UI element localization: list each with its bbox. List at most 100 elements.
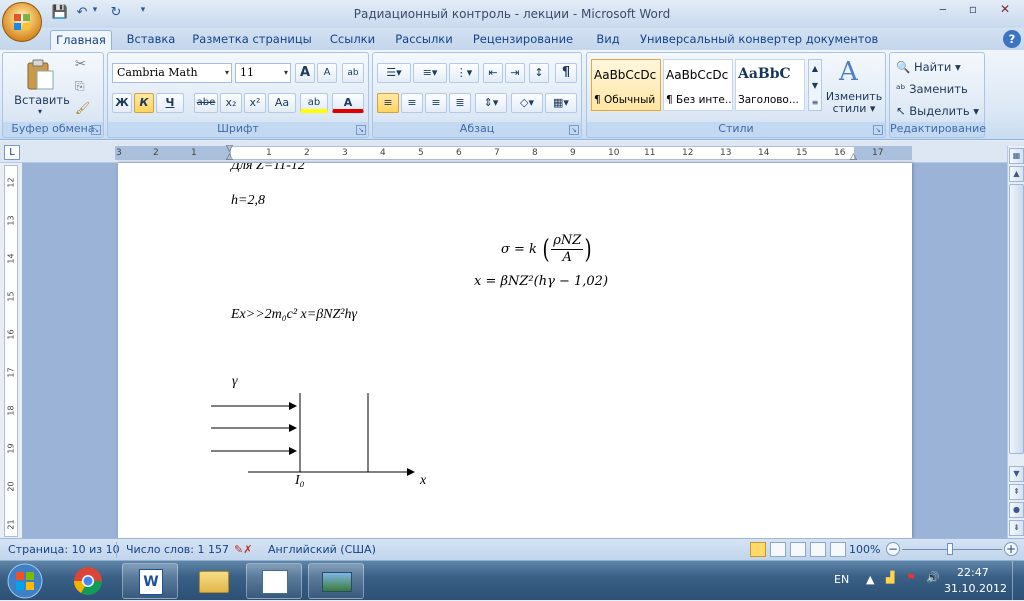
bullets-button[interactable]: ☰▾ [377, 63, 411, 83]
explorer-taskbar-button[interactable] [184, 563, 240, 599]
minimize-button[interactable]: ‒ [930, 2, 956, 22]
grow-font-button[interactable]: A [295, 63, 315, 83]
change-styles-button[interactable]: A Изменить стили ▾ [826, 57, 882, 117]
increase-indent-button[interactable]: ⇥ [505, 63, 525, 83]
tab-references[interactable]: Ссылки [325, 30, 380, 50]
underline-button[interactable]: Ч [156, 93, 184, 113]
font-size-combo[interactable]: 11 ▾ [235, 63, 291, 83]
show-desktop-button[interactable] [1012, 561, 1024, 601]
scroll-thumb[interactable] [1009, 184, 1024, 454]
draft-view-icon[interactable] [830, 542, 846, 557]
cut-icon[interactable]: ✂ [75, 57, 86, 72]
zoom-in-button[interactable]: + [1004, 542, 1018, 556]
tab-universal-converter[interactable]: Универсальный конвертер документов [640, 30, 878, 50]
browse-object-icon[interactable]: ● [1009, 502, 1024, 518]
align-center-button[interactable]: ≡ [401, 93, 423, 113]
shading-button[interactable]: ◇▾ [511, 93, 543, 113]
borders-button[interactable]: ▦▾ [545, 93, 577, 113]
clock-time[interactable]: 22:47 [957, 566, 989, 579]
styles-launcher-icon[interactable]: ↘ [873, 125, 883, 135]
subscript-button[interactable]: x₂ [220, 93, 242, 113]
tab-page-layout[interactable]: Разметка страницы [192, 30, 312, 50]
page-count[interactable]: Страница: 10 из 10 [8, 543, 120, 556]
show-marks-button[interactable]: ¶ [555, 63, 577, 83]
font-launcher-icon[interactable]: ↘ [356, 125, 366, 135]
tab-view[interactable]: Вид [590, 30, 626, 50]
zoom-slider-thumb[interactable] [947, 543, 953, 555]
document-page[interactable]: Для Z=11-12 h=2,8 σ = k (ρNZ A) x = βNZ²(… [118, 163, 912, 538]
clear-formatting-button[interactable]: ab [342, 63, 364, 83]
style-normal[interactable]: AaBbCcDc ¶ Обычный [591, 59, 661, 111]
format-painter-icon[interactable]: 🖌 [75, 101, 90, 115]
numbering-button[interactable]: ≡▾ [413, 63, 447, 83]
italic-button[interactable]: К [134, 93, 154, 113]
decrease-indent-button[interactable]: ⇤ [483, 63, 503, 83]
copy-icon[interactable]: ⎘ [75, 79, 85, 94]
paragraph-launcher-icon[interactable]: ↘ [569, 125, 579, 135]
align-right-button[interactable]: ≡ [425, 93, 447, 113]
print-layout-view-icon[interactable] [750, 542, 766, 557]
zoom-out-button[interactable]: − [886, 542, 900, 556]
previous-page-icon[interactable]: ⇞ [1009, 484, 1024, 500]
align-left-button[interactable]: ≡ [377, 93, 399, 113]
tab-home[interactable]: Главная [50, 30, 112, 50]
shrink-font-button[interactable]: A [317, 63, 337, 83]
justify-button[interactable]: ≣ [449, 93, 471, 113]
tab-mailings[interactable]: Рассылки [392, 30, 456, 50]
sort-button[interactable]: ↕ [529, 63, 549, 83]
vertical-ruler[interactable]: 12 13 14 15 16 17 18 19 20 21 [4, 165, 18, 537]
font-color-button[interactable]: A [332, 93, 364, 113]
tab-selector[interactable]: L [4, 145, 20, 160]
show-hidden-icons-icon[interactable]: ▲ [866, 573, 874, 586]
font-size-dropdown-icon[interactable]: ▾ [284, 64, 288, 82]
start-button[interactable] [2, 562, 48, 600]
superscript-button[interactable]: x² [244, 93, 266, 113]
left-indent-icon[interactable]: △ [226, 152, 233, 162]
styles-scroll-icon[interactable]: ▲ ▼ ≡ [808, 59, 822, 111]
clipboard-launcher-icon[interactable]: ↘ [91, 125, 101, 135]
volume-icon[interactable]: 🔊 [926, 571, 940, 584]
help-icon[interactable]: ? [1003, 30, 1021, 48]
web-layout-icon[interactable] [790, 542, 806, 557]
office-button[interactable] [2, 2, 42, 42]
viewer-taskbar-button[interactable] [308, 563, 364, 599]
language-bar[interactable]: EN [834, 573, 849, 586]
zoom-level[interactable]: 100% [849, 543, 880, 556]
right-indent-icon[interactable]: △ [850, 152, 857, 162]
find-button[interactable]: 🔍 Найти ▾ [896, 57, 961, 77]
full-screen-reading-icon[interactable] [770, 542, 786, 557]
line-spacing-button[interactable]: ⇕▾ [475, 93, 507, 113]
font-name-combo[interactable]: Cambria Math ▾ [112, 63, 232, 83]
vertical-scrollbar[interactable]: ▦ ▲ ▼ ⇞ ● ⇟ [1007, 146, 1024, 538]
clock-date[interactable]: 31.10.2012 [944, 582, 1007, 595]
highlight-button[interactable]: ab [300, 93, 328, 113]
next-page-icon[interactable]: ⇟ [1009, 520, 1024, 536]
language-indicator[interactable]: Английский (США) [268, 543, 376, 556]
paste-button[interactable]: Вставить ▾ [13, 57, 70, 116]
chrome-taskbar-button[interactable] [68, 565, 108, 597]
select-button[interactable]: ↖ Выделить ▾ [896, 101, 979, 121]
maximize-button[interactable]: ▫ [960, 2, 986, 22]
change-case-button[interactable]: Aa [268, 93, 296, 113]
bold-button[interactable]: Ж [112, 93, 132, 113]
scroll-up-icon[interactable]: ▲ [1009, 166, 1024, 182]
outline-view-icon[interactable] [810, 542, 826, 557]
strikethrough-button[interactable]: abe [194, 93, 218, 113]
word-taskbar-button[interactable]: W [122, 563, 178, 599]
multilevel-list-button[interactable]: ⋮▾ [449, 63, 479, 83]
style-heading-1[interactable]: AaBbC Заголово... [735, 59, 805, 111]
font-name-dropdown-icon[interactable]: ▾ [225, 64, 229, 82]
replace-button[interactable]: ᵃᵇ Заменить [896, 79, 968, 99]
scroll-down-icon[interactable]: ▼ [1009, 466, 1024, 482]
tab-review[interactable]: Рецензирование [470, 30, 576, 50]
horizontal-ruler[interactable]: 3 2 1 1 2 3 4 5 6 7 8 9 10 11 12 13 14 1… [115, 144, 912, 162]
tab-insert[interactable]: Вставка [122, 30, 180, 50]
ruler-toggle-icon[interactable]: ▦ [1009, 148, 1024, 164]
network-icon[interactable]: ▟ [886, 571, 894, 584]
action-center-icon[interactable]: ⚑ [906, 571, 916, 584]
close-button[interactable]: ✕ [990, 2, 1020, 22]
app-taskbar-button[interactable] [246, 563, 302, 599]
style-no-spacing[interactable]: AaBbCcDc ¶ Без инте... [663, 59, 733, 111]
spelling-check-icon[interactable]: ✎✗ [234, 543, 252, 556]
word-count[interactable]: Число слов: 1 157 [126, 543, 229, 556]
